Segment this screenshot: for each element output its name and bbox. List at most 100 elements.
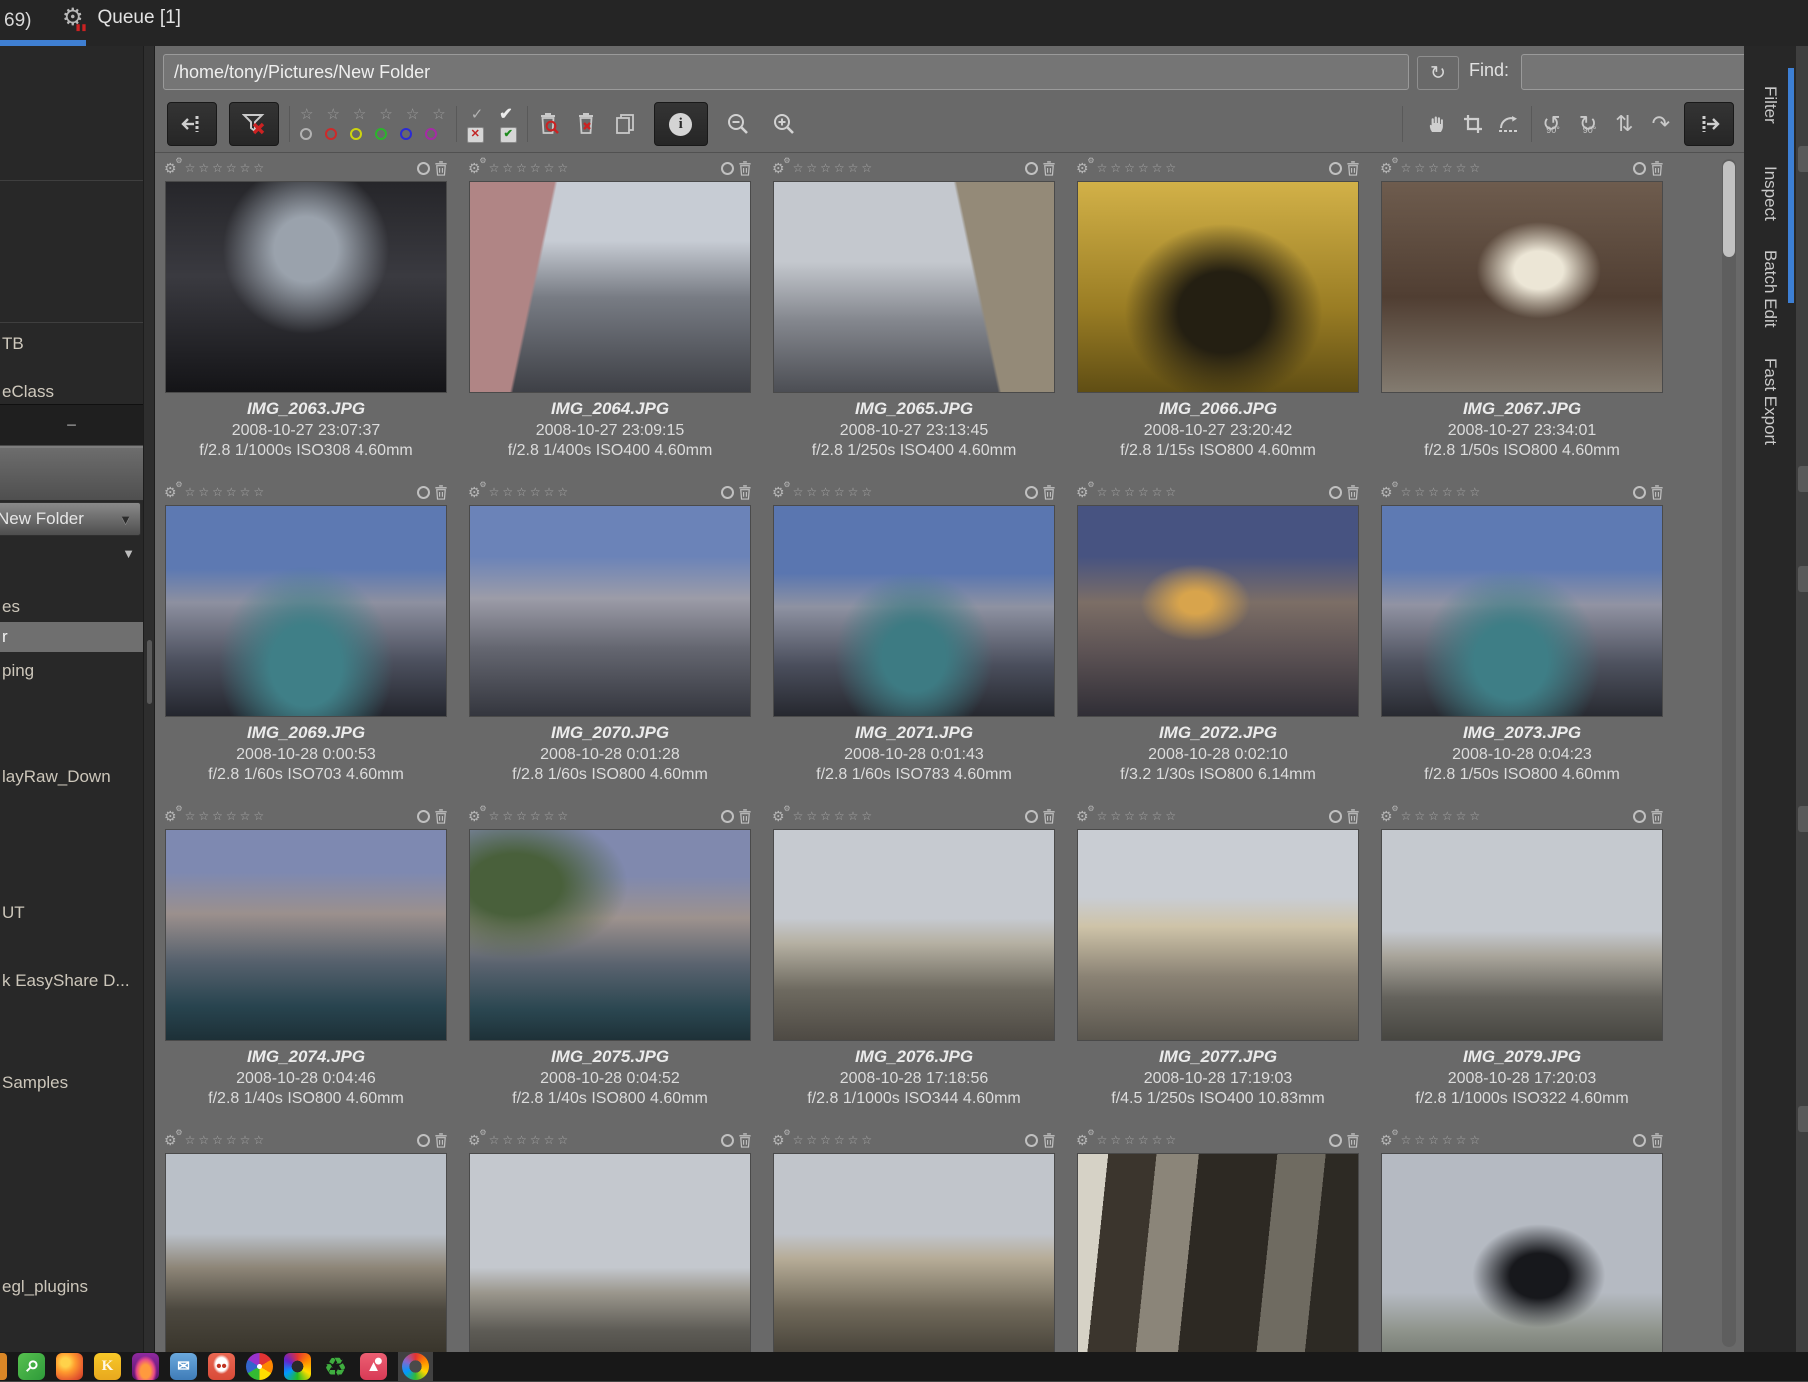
rating-stars[interactable]: ☆☆☆☆☆☆ (1097, 162, 1180, 174)
photo-thumbnail[interactable] (1381, 505, 1663, 717)
thumbnail-cell[interactable]: ⚙⚙ ☆☆☆☆☆☆ IMG_2074.JPG 2008-10-28 0:04:4… (161, 805, 451, 1115)
thumbnail-cell[interactable]: ⚙⚙ ☆☆☆☆☆☆ IMG_2071.JPG 2008-10-28 0:01:4… (769, 481, 1059, 791)
photo-thumbnail[interactable] (1077, 505, 1359, 717)
rating-stars[interactable]: ☆☆☆☆☆☆ (185, 810, 268, 822)
thumbnail-cell[interactable]: ⚙⚙ ☆☆☆☆☆☆ IMG_2070.JPG 2008-10-28 0:01:2… (465, 481, 755, 791)
photo-thumbnail[interactable] (1381, 829, 1663, 1041)
thumbnail-cell[interactable]: ⚙⚙ ☆☆☆☆☆☆ IMG_2063.JPG 2008-10-27 23:07:… (161, 157, 451, 467)
trash-icon[interactable] (434, 161, 448, 176)
taskbar-item-keepass[interactable]: ⚲ (18, 1353, 45, 1380)
taskbar-item-kapp[interactable]: K (94, 1353, 121, 1380)
grid-scrollbar-thumb[interactable] (1723, 161, 1735, 257)
rating-stars[interactable]: ☆☆☆☆☆☆ (1097, 1134, 1180, 1146)
color-label-filter-icon[interactable] (400, 128, 412, 140)
rating-stars[interactable]: ☆☆☆☆☆☆ (185, 1134, 268, 1146)
rating-stars[interactable]: ☆☆☆☆☆☆ (1401, 162, 1484, 174)
color-label-icon[interactable] (417, 810, 430, 823)
rating-stars[interactable]: ☆☆☆☆☆☆ (489, 486, 572, 498)
trash-icon[interactable] (1650, 1133, 1664, 1148)
color-label-icon[interactable] (417, 486, 430, 499)
trash-icon[interactable] (738, 485, 752, 500)
color-label-icon[interactable] (721, 486, 734, 499)
color-label-icon[interactable] (1329, 162, 1342, 175)
color-label-icon[interactable] (417, 162, 430, 175)
zoom-out-button[interactable] (726, 112, 750, 136)
folder-tree-item[interactable]: UT (0, 898, 143, 928)
trash-icon[interactable] (1650, 485, 1664, 500)
collapse-left-panel-button[interactable] (167, 102, 217, 146)
star-filter-icon[interactable]: ☆ (300, 107, 313, 122)
photo-thumbnail[interactable] (1077, 829, 1359, 1041)
thumbnail-cell[interactable]: ⚙⚙ ☆☆☆☆☆☆ IMG_2075.JPG 2008-10-28 0:04:5… (465, 805, 755, 1115)
rating-stars[interactable]: ☆☆☆☆☆☆ (489, 810, 572, 822)
clear-filters-button[interactable] (229, 102, 279, 146)
rating-stars[interactable]: ☆☆☆☆☆☆ (1401, 486, 1484, 498)
photo-thumbnail[interactable] (1077, 181, 1359, 393)
trash-icon[interactable] (1346, 809, 1360, 824)
color-label-filter-icon[interactable] (375, 128, 387, 140)
star-filter-icon[interactable]: ☆ (326, 107, 339, 122)
photo-thumbnail[interactable] (773, 181, 1055, 393)
thumbnail-cell[interactable]: ⚙⚙ ☆☆☆☆☆☆ (465, 1129, 755, 1353)
photo-thumbnail[interactable] (1381, 1153, 1663, 1353)
taskbar-item-gimp[interactable]: •• (208, 1353, 235, 1380)
trash-icon[interactable] (738, 161, 752, 176)
refresh-button[interactable]: ↻ (1417, 56, 1459, 90)
folder-tree-item[interactable]: ping (0, 656, 143, 686)
rating-stars[interactable]: ☆☆☆☆☆☆ (793, 162, 876, 174)
trash-icon[interactable] (1650, 161, 1664, 176)
trash-icon[interactable] (738, 1133, 752, 1148)
photo-thumbnail[interactable] (773, 829, 1055, 1041)
photo-thumbnail[interactable] (165, 1153, 447, 1353)
tab-queue[interactable]: ⚙▮▮ Queue [1] (62, 6, 181, 30)
right-tab-fast-export[interactable]: Fast Export (1744, 358, 1796, 445)
rating-stars[interactable]: ☆☆☆☆☆☆ (489, 1134, 572, 1146)
class-label-partial[interactable]: eClass (2, 382, 54, 402)
color-label-icon[interactable] (417, 1134, 430, 1147)
thumbnail-cell[interactable]: ⚙⚙ ☆☆☆☆☆☆ IMG_2073.JPG 2008-10-28 0:04:2… (1377, 481, 1667, 791)
color-label-icon[interactable] (1025, 810, 1038, 823)
taskbar-item-colorring[interactable] (284, 1353, 311, 1380)
thumbnail-cell[interactable]: ⚙⚙ ☆☆☆☆☆☆ IMG_2077.JPG 2008-10-28 17:19:… (1073, 805, 1363, 1115)
photo-thumbnail[interactable] (469, 181, 751, 393)
thumbnail-cell[interactable]: ⚙⚙ ☆☆☆☆☆☆ (1073, 1129, 1363, 1353)
star-filter-icon[interactable]: ☆ (406, 107, 419, 122)
trash-icon[interactable] (1042, 485, 1056, 500)
photo-thumbnail[interactable] (469, 1153, 751, 1353)
color-label-filter-icon[interactable] (325, 128, 337, 140)
trash-icon[interactable] (1042, 809, 1056, 824)
thumbnail-cell[interactable]: ⚙⚙ ☆☆☆☆☆☆ IMG_2064.JPG 2008-10-27 23:09:… (465, 157, 755, 467)
thumbnail-cell[interactable]: ⚙⚙ ☆☆☆☆☆☆ IMG_2072.JPG 2008-10-28 0:02:1… (1073, 481, 1363, 791)
color-label-icon[interactable] (1025, 1134, 1038, 1147)
rating-stars[interactable]: ☆☆☆☆☆☆ (185, 486, 268, 498)
collapse-right-panel-button[interactable] (1684, 102, 1734, 146)
color-label-icon[interactable] (1025, 486, 1038, 499)
rating-stars[interactable]: ☆☆☆☆☆☆ (1097, 486, 1180, 498)
trash-icon[interactable] (434, 1133, 448, 1148)
folder-tree-item[interactable]: k EasyShare D... (0, 966, 143, 996)
rating-stars[interactable]: ☆☆☆☆☆☆ (1401, 1134, 1484, 1146)
photo-thumbnail[interactable] (165, 181, 447, 393)
photo-thumbnail[interactable] (165, 829, 447, 1041)
splitter-handle[interactable] (147, 640, 152, 704)
panel-splitter[interactable] (143, 46, 155, 1352)
trash-icon[interactable] (1346, 1133, 1360, 1148)
rotate-right-90-button[interactable]: ↻90° (1579, 113, 1597, 135)
color-label-icon[interactable] (721, 1134, 734, 1147)
color-label-icon[interactable] (1633, 810, 1646, 823)
folder-tree-item[interactable]: Samples (0, 1068, 143, 1098)
thumbnail-cell[interactable]: ⚙⚙ ☆☆☆☆☆☆ IMG_2076.JPG 2008-10-28 17:18:… (769, 805, 1059, 1115)
thumbnail-cell[interactable]: ⚙⚙ ☆☆☆☆☆☆ IMG_2065.JPG 2008-10-27 23:13:… (769, 157, 1059, 467)
taskbar-item-flame[interactable] (132, 1353, 159, 1380)
taskbar-item-sync[interactable]: ♻ (322, 1353, 349, 1380)
color-label-icon[interactable] (1329, 1134, 1342, 1147)
flip-vertical-button[interactable]: ⇅ (1615, 113, 1633, 135)
path-input[interactable]: /home/tony/Pictures/New Folder (163, 54, 1409, 90)
empty-trash-button[interactable] (576, 112, 598, 136)
show-exif-info-button[interactable]: i (654, 102, 708, 146)
rating-stars[interactable]: ☆☆☆☆☆☆ (1097, 810, 1180, 822)
tree-collapse-caret-icon[interactable]: ▼ (122, 546, 135, 561)
crop-button[interactable] (1463, 114, 1483, 134)
color-label-icon[interactable] (1633, 162, 1646, 175)
trash-icon[interactable] (1346, 485, 1360, 500)
